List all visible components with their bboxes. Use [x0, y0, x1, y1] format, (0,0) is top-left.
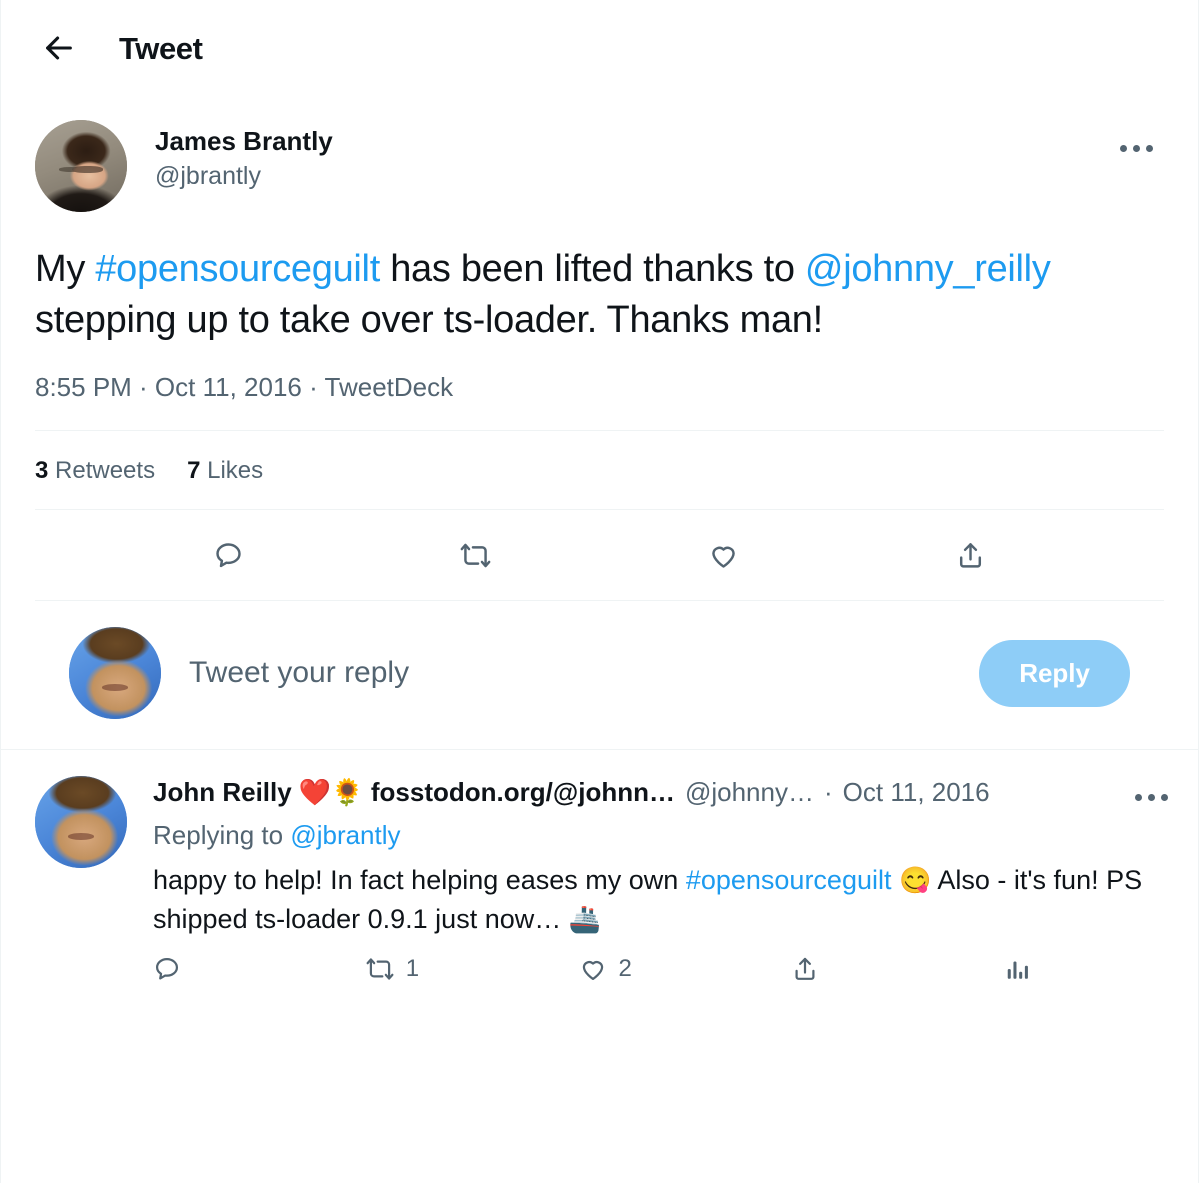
author-avatar[interactable] — [35, 120, 127, 212]
reply-more-options-button[interactable] — [1126, 772, 1176, 822]
tweet-timestamp[interactable]: 8:55 PM · Oct 11, 2016 · TweetDeck — [35, 371, 1164, 405]
author-meta: James Brantly @jbrantly — [155, 120, 333, 191]
author-name[interactable]: James Brantly — [155, 126, 333, 157]
retweets-stat[interactable]: 3 Retweets — [35, 457, 155, 485]
reply-submit-button[interactable]: Reply — [979, 639, 1130, 707]
share-button[interactable] — [943, 528, 997, 582]
main-tweet: James Brantly @jbrantly My #opensourcegu… — [1, 96, 1198, 749]
replying-to-handle[interactable]: @jbrantly — [290, 820, 400, 850]
reply-date[interactable]: Oct 11, 2016 — [843, 776, 990, 809]
reply-author-handle: @johnny… — [684, 777, 814, 808]
share-icon — [959, 543, 981, 568]
heart-icon — [582, 961, 603, 980]
tweet-text-segment: My — [35, 248, 96, 290]
page-title: Tweet — [119, 30, 203, 66]
hashtag-opensourceguilt[interactable]: #opensourceguilt — [686, 865, 892, 895]
like-count: 2 — [618, 954, 632, 982]
tweet-text-segment: has been lifted thanks to — [379, 248, 805, 290]
reply-tweet: John Reilly ❤️🌻 fosstodon.org/@johnn… @j… — [1, 750, 1198, 983]
retweet-icon — [460, 543, 491, 568]
likes-count: 7 — [187, 457, 201, 485]
back-button[interactable] — [35, 24, 83, 72]
face-savoring-food-emoji: 😋 — [899, 864, 932, 895]
mention-johnny-reilly[interactable]: @johnny_reilly — [805, 248, 1051, 290]
reply-icon — [155, 957, 179, 980]
reply-text: happy to help! In fact helping eases my … — [153, 861, 1164, 939]
heart-icon — [711, 546, 735, 568]
replying-to: Replying to @jbrantly — [153, 819, 1164, 853]
tweet-text: My #opensourceguilt has been lifted than… — [35, 244, 1164, 347]
reply-author-name[interactable]: John Reilly ❤️🌻 fosstodon.org/@johnn… — [153, 776, 675, 809]
tweet-text-segment: stepping up to take over ts-loader. Than… — [35, 299, 823, 342]
composer-avatar[interactable] — [69, 627, 161, 720]
arrow-left-icon — [46, 36, 72, 60]
author-handle[interactable]: @jbrantly — [155, 161, 333, 191]
more-options-icon — [1134, 793, 1168, 801]
bar-chart-icon — [1007, 961, 1028, 979]
retweet-icon — [366, 958, 394, 980]
likes-label: Likes — [207, 457, 264, 485]
reply-button[interactable] — [202, 528, 256, 582]
reply-retweet-button[interactable]: 1 — [366, 955, 579, 983]
reply-reply-button[interactable] — [153, 955, 366, 983]
reply-analytics-button[interactable] — [1004, 955, 1044, 983]
more-options-icon — [1119, 144, 1153, 152]
tweet-more-options-button[interactable] — [1108, 120, 1164, 176]
reply-separator: · — [823, 777, 833, 808]
tweet-detail-page: Tweet James Brantly @jbrantly My #openso… — [0, 0, 1199, 1183]
reply-text-segment: happy to help! In fact helping eases my … — [153, 864, 686, 895]
retweets-count: 3 — [35, 457, 49, 485]
retweets-label: Retweets — [55, 457, 156, 485]
reply-like-button[interactable]: 2 — [579, 955, 792, 983]
reply-header: John Reilly ❤️🌻 fosstodon.org/@johnn… @j… — [153, 776, 1164, 809]
retweet-button[interactable] — [449, 528, 503, 582]
reply-actions: 1 2 — [153, 955, 1164, 983]
retweet-count: 1 — [405, 954, 420, 982]
ship-emoji: 🚢 — [568, 903, 602, 934]
replying-to-prefix: Replying to — [153, 819, 291, 850]
tweet-actions — [35, 510, 1164, 600]
reply-author-avatar[interactable] — [35, 776, 127, 869]
reply-composer: Reply — [35, 601, 1164, 749]
reply-input[interactable] — [189, 656, 952, 691]
reply-share-button[interactable] — [791, 955, 1004, 983]
reply-body: John Reilly ❤️🌻 fosstodon.org/@johnn… @j… — [153, 776, 1168, 983]
like-button[interactable] — [696, 528, 750, 582]
page-header: Tweet — [1, 0, 1198, 96]
hashtag-opensourceguilt[interactable]: #opensourceguilt — [95, 248, 380, 290]
tweet-author-row: James Brantly @jbrantly — [35, 96, 1164, 212]
share-icon — [795, 957, 815, 980]
reply-icon — [216, 543, 241, 568]
tweet-stats: 3 Retweets 7 Likes — [35, 431, 1164, 509]
likes-stat[interactable]: 7 Likes — [187, 457, 263, 485]
